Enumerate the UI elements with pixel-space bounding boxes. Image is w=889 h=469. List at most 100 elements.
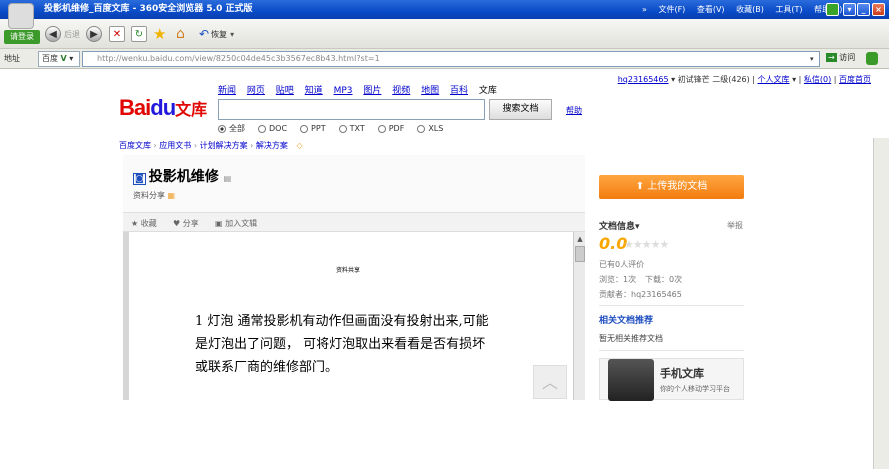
filter-txt[interactable]: TXT [338,123,365,134]
nav-images[interactable]: 图片 [363,86,381,96]
user-links: hq23165465 ▾ 初试锋芒 二级(426) | 个人文库 ▾ | 私信(… [617,75,871,84]
downloads-count: 下载：0次 [645,275,683,284]
refresh-button[interactable]: ↻ [131,25,147,43]
refresh-icon: ↻ [131,26,147,42]
back-to-top-button[interactable]: ︿ [533,365,567,399]
v-icon: V [60,54,67,63]
restore-button[interactable]: ↶ 恢复 ▾ [199,25,234,43]
nav-baike[interactable]: 百科 [450,86,468,96]
doc-title: ◙ 投影机维修 ▤ [133,169,232,185]
search-nav: 新闻 网页 贴吧 知道 MP3 图片 视频 地图 百科 文库 [218,83,505,96]
home-icon: ⌂ [176,26,185,42]
divider [599,305,744,306]
scroll-thumb[interactable] [575,246,585,262]
doc-actions: ★ 收藏 ♥ 分享 ▣ 加入文辑 [123,212,585,232]
add-collection-action[interactable]: ▣ 加入文辑 [215,218,257,229]
user-level: 初试锋芒 二级(426) [677,75,750,84]
crumb-applied[interactable]: 应用文书 [159,141,191,150]
doc-category: 资料分享 ▦ [133,191,176,200]
category-icon: ▦ [167,191,176,200]
nav-zhidao[interactable]: 知道 [305,86,323,96]
doc-content: 1 灯泡 通常投影机有动作但画面没有投射出来,可能 是灯泡出了问题， 可将灯泡取… [195,310,525,379]
menu-tools[interactable]: 工具(T) [775,5,802,14]
mobile-title: 手机文库 [660,367,704,380]
upload-doc-button[interactable]: ⬆ 上传我的文档 [599,175,744,199]
login-button[interactable]: 请登录 [4,30,40,44]
related-title: 相关文档推荐 [599,316,654,326]
crumb-solution[interactable]: 解决方案 [256,141,288,150]
stop-button[interactable]: ✕ [109,25,125,43]
scroll-up-icon[interactable]: ▲ [575,234,585,244]
caret-up-icon: ︿ [541,373,558,392]
username-link[interactable]: hq23165465 [618,75,669,84]
search-engine-select[interactable]: 百度 V ▾ [38,51,80,67]
avatar-icon [8,3,34,29]
nav-mp3[interactable]: MP3 [334,86,353,96]
viewer-scrollbar[interactable]: ▲ [573,232,585,400]
nav-news[interactable]: 新闻 [218,86,236,96]
radio-icon [417,124,426,133]
crumb-wenku[interactable]: 百度文库 [119,141,151,150]
menu-more[interactable]: » [642,5,647,14]
skin-icon[interactable] [826,3,839,16]
filter-all[interactable]: 全部 [218,123,245,134]
phone-icon [608,359,654,401]
share-action[interactable]: ♥ 分享 [173,218,199,229]
edit-icon[interactable]: ▤ [224,174,232,183]
radio-icon [300,124,309,133]
nav-tieba[interactable]: 贴吧 [276,86,294,96]
back-button[interactable]: ◀ 后退 [45,25,80,43]
url-dropdown-icon[interactable]: ▾ [810,55,814,63]
filter-pdf[interactable]: PDF [377,123,404,134]
radio-icon [338,124,347,133]
paper-title: 资料共享 [336,267,361,274]
baidu-home-link[interactable]: 百度首页 [839,75,871,84]
radio-icon [377,124,386,133]
star-icon: ★ [153,25,167,43]
search-docs-button[interactable]: 搜索文档 [489,99,552,120]
menu-view[interactable]: 查看(V) [697,5,725,14]
minimize-button[interactable]: _ [857,3,870,16]
related-empty: 暂无相关推荐文档 [599,334,663,343]
forward-button[interactable]: ▶ [86,25,102,43]
forward-arrow-icon: ▶ [86,26,102,42]
url-input[interactable]: http://wenku.baidu.com/view/8250c04de45c… [82,51,820,67]
nav-video[interactable]: 视频 [392,86,410,96]
rating-stars[interactable]: ★★★★★ [624,238,669,251]
go-button[interactable]: → 访问 [826,52,855,63]
dropdown-button[interactable]: ▾ [843,3,856,16]
radio-icon [218,124,226,133]
filter-radios: 全部 DOC PPT TXT PDF XLS [218,123,443,134]
address-bar: 地址 百度 V ▾ http://wenku.baidu.com/view/82… [0,49,889,69]
upload-icon: ⬆ [635,181,645,192]
baidu-wenku-logo[interactable]: Baidu文库 [119,95,207,121]
user-avatar[interactable]: 请登录 [4,3,40,47]
go-arrow-icon: → [826,53,837,62]
nav-web[interactable]: 网页 [247,86,265,96]
browser-toolbar: 请登录 ◀ 后退 ▶ ✕ ↻ ★ ⌂ ↶ 恢复 ▾ [0,3,889,49]
page-scrollbar[interactable] [873,138,889,469]
mobile-wenku-banner[interactable]: 手机文库 你的个人移动学习平台 [599,358,744,401]
report-link[interactable]: 举报 [727,220,743,231]
my-wenku-link[interactable]: 个人文库 [758,75,790,84]
favorite-action[interactable]: ★ 收藏 [131,218,157,229]
home-button[interactable]: ⌂ [176,25,185,43]
close-button[interactable]: × [872,3,885,16]
messages-link[interactable]: 私信(0) [804,75,831,84]
tag-icon: ◇ [296,141,303,150]
help-link[interactable]: 帮助 [566,105,582,116]
filter-doc[interactable]: DOC [258,123,287,134]
menu-favorites[interactable]: 收藏(B) [736,5,764,14]
filter-xls[interactable]: XLS [417,123,443,134]
shield-icon[interactable] [866,52,878,65]
radio-icon [258,124,266,133]
nav-map[interactable]: 地图 [421,86,439,96]
crumb-plan[interactable]: 计划解决方案 [200,141,248,150]
filter-ppt[interactable]: PPT [300,123,326,134]
doc-info-title[interactable]: 文档信息▾ [599,219,640,232]
nav-wenku: 文库 [478,86,497,96]
favorites-button[interactable]: ★ [153,25,166,43]
menu-file[interactable]: 文件(F) [658,5,685,14]
search-input[interactable] [218,99,485,120]
back-arrow-icon: ◀ [45,26,61,42]
